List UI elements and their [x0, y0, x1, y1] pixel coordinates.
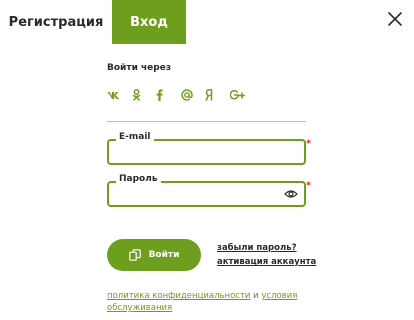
- yandex-icon[interactable]: [205, 88, 230, 102]
- eye-icon[interactable]: [284, 187, 298, 201]
- email-required-mark: *: [306, 139, 311, 149]
- vk-icon[interactable]: [107, 88, 132, 102]
- email-field[interactable]: E-mail *: [107, 132, 311, 165]
- forgot-password-link[interactable]: забыли пароль?: [217, 243, 297, 253]
- divider: [107, 121, 306, 122]
- password-input[interactable]: [109, 183, 304, 205]
- terms-text: политика конфиденциальности и условия об…: [107, 290, 307, 314]
- privacy-policy-link[interactable]: политика конфиденциальности: [107, 291, 250, 301]
- close-icon[interactable]: [386, 10, 404, 28]
- google-plus-icon[interactable]: [229, 88, 255, 102]
- activate-account-link[interactable]: активация аккаунта: [217, 257, 316, 267]
- tab-login-label: Вход: [130, 14, 168, 30]
- terms-and: и: [253, 291, 259, 301]
- odnoklassniki-icon[interactable]: [132, 88, 157, 102]
- facebook-icon[interactable]: [156, 88, 181, 102]
- login-icon: [128, 249, 141, 261]
- password-required-mark: *: [306, 181, 311, 191]
- social-login-list: [107, 88, 254, 102]
- mail-icon[interactable]: [180, 88, 206, 102]
- login-button[interactable]: Войти: [107, 239, 201, 271]
- login-via-title: Войти через: [107, 63, 172, 73]
- tab-register[interactable]: Регистрация: [0, 0, 112, 44]
- login-button-label: Войти: [148, 250, 180, 260]
- email-input[interactable]: [109, 141, 304, 163]
- tab-login[interactable]: Вход: [112, 0, 186, 44]
- password-field[interactable]: Пароль *: [107, 174, 311, 207]
- tab-register-label: Регистрация: [8, 14, 104, 30]
